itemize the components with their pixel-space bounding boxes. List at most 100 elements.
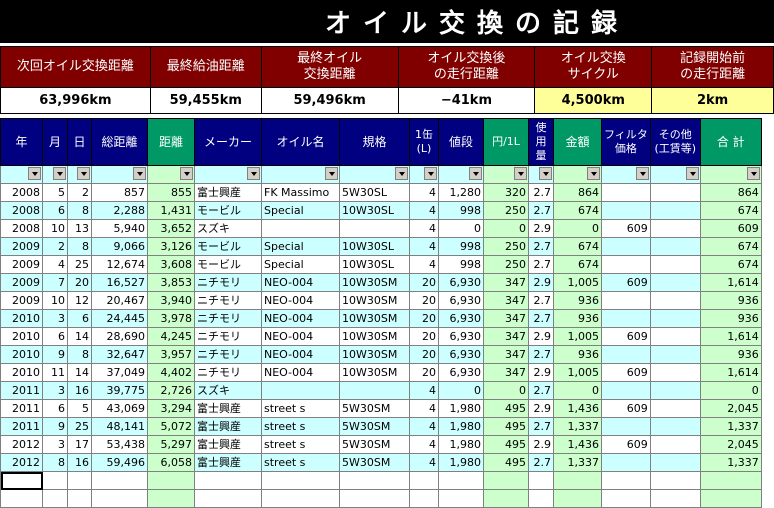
empty-cell[interactable] [699,471,762,490]
cell-total[interactable]: 1,337 [699,453,762,472]
cell-price[interactable]: 6,930 [438,291,484,310]
empty-cell[interactable] [483,471,529,490]
cell-total[interactable]: 674 [699,255,762,274]
empty-cell[interactable] [409,471,439,490]
cell-spec[interactable]: 5W30SM [339,435,410,454]
empty-cell[interactable] [528,471,554,490]
cell-month[interactable]: 11 [42,363,68,382]
cell-total-distance[interactable]: 12,674 [91,255,148,274]
header-day[interactable]: 日 [67,118,92,166]
empty-cell[interactable] [553,489,602,508]
header-year[interactable]: 年 [0,118,43,166]
empty-cell[interactable] [601,489,651,508]
header-yen-per-liter[interactable]: 円/1L [483,118,529,166]
cell-distance[interactable]: 3,294 [147,399,195,418]
cell-total-distance[interactable]: 9,066 [91,237,148,256]
cell-amount[interactable]: 1,005 [553,327,602,346]
cell-day[interactable]: 5 [67,399,92,418]
cell-total-distance[interactable]: 43,069 [91,399,148,418]
cell-total[interactable]: 674 [699,201,762,220]
cell-can-liters[interactable]: 20 [409,291,439,310]
cell-distance[interactable]: 855 [147,183,195,202]
cell-amount[interactable]: 936 [553,345,602,364]
cell-day[interactable]: 8 [67,345,92,364]
cell-usage[interactable]: 2.7 [528,417,554,436]
cell-maker[interactable]: 富士興産 [194,183,262,202]
cell-usage[interactable]: 2.7 [528,345,554,364]
empty-cell[interactable] [339,489,410,508]
cell-other[interactable] [649,453,701,472]
cell-price[interactable]: 6,930 [438,309,484,328]
cell-year[interactable]: 2009 [0,255,43,274]
cell-spec[interactable]: 10W30SM [339,309,410,328]
cell-usage[interactable]: 2.7 [528,201,554,220]
header-price[interactable]: 値段 [438,118,484,166]
cell-distance[interactable]: 3,940 [147,291,195,310]
cell-can-liters[interactable]: 4 [409,399,439,418]
cell-oil-name[interactable] [261,219,340,238]
cell-distance[interactable]: 5,297 [147,435,195,454]
cell-other[interactable] [649,363,701,382]
cell-can-liters[interactable]: 20 [409,309,439,328]
cell-filter-price[interactable] [601,183,651,202]
cell-maker[interactable]: ニチモリ [194,345,262,364]
cell-yen-per-liter[interactable]: 0 [483,381,529,400]
cell-month[interactable]: 3 [42,309,68,328]
cell-total-distance[interactable]: 39,775 [91,381,148,400]
cell-oil-name[interactable]: NEO-004 [261,327,340,346]
cell-total[interactable]: 674 [699,237,762,256]
cell-price[interactable]: 1,980 [438,435,484,454]
cell-spec[interactable]: 5W30SM [339,453,410,472]
empty-cell[interactable] [553,471,602,490]
cell-usage[interactable]: 2.9 [528,363,554,382]
empty-cell[interactable] [147,471,195,490]
cell-spec[interactable]: 10W30SM [339,345,410,364]
cell-month[interactable]: 7 [42,273,68,292]
summary-value-pre-record[interactable]: 2km [651,87,774,114]
cell-year[interactable]: 2010 [0,327,43,346]
cell-price[interactable]: 998 [438,237,484,256]
cell-can-liters[interactable]: 4 [409,237,439,256]
header-other[interactable]: その他 (工賃等) [649,118,701,166]
cell-can-liters[interactable]: 4 [409,381,439,400]
cell-filter-price[interactable] [601,345,651,364]
cell-year[interactable]: 2011 [0,417,43,436]
cell-price[interactable]: 6,930 [438,273,484,292]
cell-month[interactable]: 6 [42,327,68,346]
cell-distance[interactable]: 4,245 [147,327,195,346]
cell-month[interactable]: 9 [42,345,68,364]
cell-amount[interactable]: 936 [553,291,602,310]
cell-spec[interactable]: 10W30SM [339,363,410,382]
cell-maker[interactable]: スズキ [194,381,262,400]
cell-yen-per-liter[interactable]: 250 [483,201,529,220]
cell-price[interactable]: 0 [438,219,484,238]
filter-dropdown-icon[interactable] [77,167,90,180]
cell-distance[interactable]: 6,058 [147,453,195,472]
filter-dropdown-icon[interactable] [469,167,482,180]
cell-other[interactable] [649,255,701,274]
cell-total[interactable]: 0 [699,381,762,400]
cell-total-distance[interactable]: 53,438 [91,435,148,454]
cell-usage[interactable]: 2.7 [528,255,554,274]
summary-header-pre-record[interactable]: 記録開始前 の走行距離 [651,46,774,88]
cell-total-distance[interactable]: 857 [91,183,148,202]
header-total-distance[interactable]: 総距離 [91,118,148,166]
cell-spec[interactable]: 10W30SL [339,255,410,274]
cell-amount[interactable]: 674 [553,201,602,220]
cell-oil-name[interactable] [261,381,340,400]
cell-total-distance[interactable]: 37,049 [91,363,148,382]
cell-year[interactable]: 2010 [0,345,43,364]
empty-cell[interactable] [42,489,68,508]
cell-maker[interactable]: ニチモリ [194,291,262,310]
cell-spec[interactable] [339,381,410,400]
cell-oil-name[interactable]: Special [261,255,340,274]
cell-total-distance[interactable]: 2,288 [91,201,148,220]
cell-day[interactable]: 8 [67,201,92,220]
cell-price[interactable]: 1,980 [438,453,484,472]
cell-maker[interactable]: モービル [194,237,262,256]
header-maker[interactable]: メーカー [194,118,262,166]
summary-header-next-change[interactable]: 次回オイル交換距離 [0,46,151,88]
cell-amount[interactable]: 0 [553,219,602,238]
cell-month[interactable]: 10 [42,219,68,238]
cell-month[interactable]: 5 [42,183,68,202]
